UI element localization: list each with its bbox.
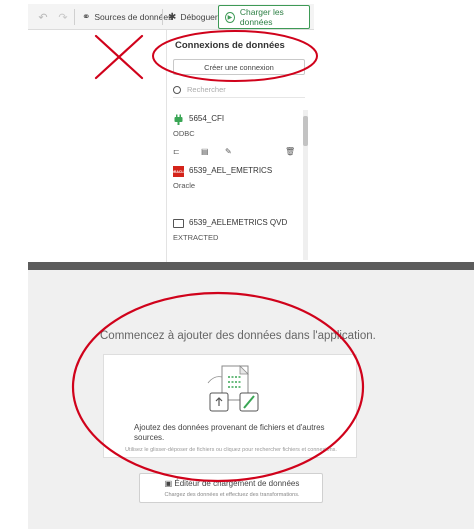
- redo-icon[interactable]: ↷: [56, 4, 70, 30]
- data-load-editor-subtitle: Chargez des données et effectuez des tra…: [164, 492, 300, 498]
- scrollbar-thumb[interactable]: [303, 116, 308, 146]
- data-sources-button[interactable]: ⚭ Sources de données: [82, 4, 172, 30]
- connection-type: Oracle: [173, 181, 196, 190]
- top-bar: [28, 262, 474, 270]
- debug-button[interactable]: ✱ Déboguer: [168, 4, 218, 30]
- toolbar-divider: [74, 9, 75, 25]
- search-input[interactable]: Rechercher: [187, 85, 226, 94]
- search-icon: [173, 85, 181, 94]
- select-data-icon[interactable]: ⊏: [173, 147, 180, 156]
- data-load-editor-screenshot: ↶ ↷ ⚭ Sources de données ✱ Déboguer ▶ Ch…: [0, 0, 474, 262]
- red-circle-annotation: [152, 30, 318, 82]
- connection-type: EXTRACTED: [173, 233, 219, 242]
- oracle-logo: ORACLE: [171, 166, 186, 177]
- toolbar: ↶ ↷ ⚭ Sources de données ✱ Déboguer ▶ Ch…: [28, 4, 314, 30]
- data-sources-label: Sources de données: [94, 12, 173, 22]
- undo-icon[interactable]: ↶: [36, 4, 50, 30]
- connection-name: 6539_AEL_EMETRICS: [189, 166, 273, 175]
- toolbar-divider: [162, 9, 163, 25]
- folder-icon: [173, 219, 184, 228]
- red-circle-annotation: [71, 291, 365, 483]
- connection-search[interactable]: Rechercher: [173, 82, 305, 98]
- play-icon: ▶: [225, 11, 235, 23]
- preview-icon[interactable]: ▤: [201, 147, 209, 156]
- plug-icon: [174, 114, 183, 125]
- delete-icon[interactable]: 🗑: [285, 147, 295, 156]
- connection-name: 5654_CFI: [189, 114, 225, 123]
- debug-label: Déboguer: [180, 12, 218, 22]
- load-data-label: Charger les données: [239, 7, 284, 27]
- connection-type: ODBC: [173, 129, 195, 138]
- data-sources-icon: ⚭: [82, 11, 91, 23]
- edit-icon[interactable]: ✎: [225, 147, 232, 156]
- bug-icon: ✱: [168, 11, 177, 23]
- connection-name: 6539_AELEMETRICS QVD: [189, 218, 288, 227]
- connection-actions: ⊏ ▤ ✎ 🗑: [173, 147, 301, 159]
- red-cross-annotation: [94, 34, 144, 80]
- load-data-button[interactable]: ▶ Charger les données: [218, 5, 310, 29]
